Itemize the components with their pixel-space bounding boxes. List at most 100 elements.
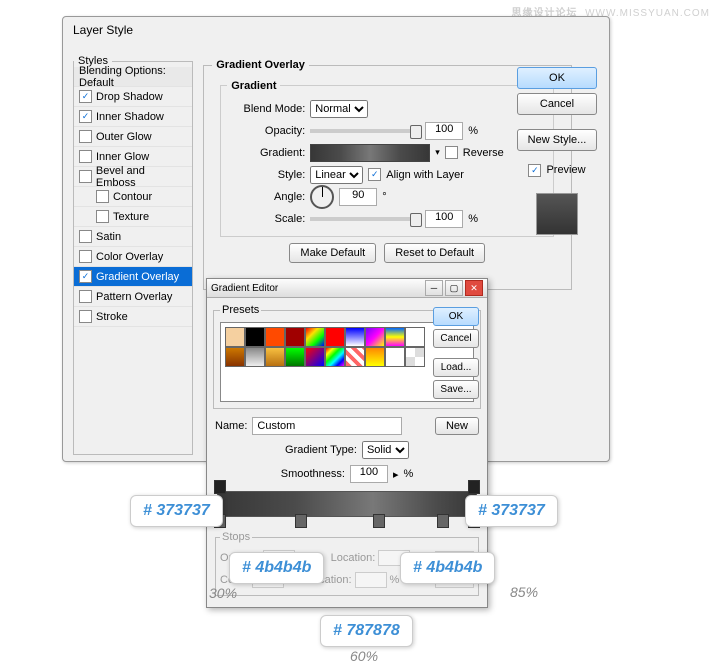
ge-load-button[interactable]: Load... [433,358,479,377]
preset-swatch[interactable] [245,327,265,347]
style-contour[interactable]: Contour [74,187,192,207]
preset-swatch[interactable] [345,347,365,367]
opacity-slider[interactable] [310,129,420,133]
gradient-preview[interactable] [310,144,430,162]
maximize-icon[interactable]: ▢ [445,280,463,296]
preset-swatch[interactable] [345,327,365,347]
ok-button[interactable]: OK [517,67,597,89]
preset-swatch[interactable] [325,347,345,367]
color-stop[interactable] [437,514,449,528]
minimize-icon[interactable]: ─ [425,280,443,296]
checkbox-icon[interactable] [79,270,92,283]
angle-value[interactable]: 90 [339,188,377,206]
preset-swatch[interactable] [365,327,385,347]
panel-legend: Gradient Overlay [212,59,309,71]
color-note: # 373737 [130,495,223,527]
style-texture[interactable]: Texture [74,207,192,227]
style-label: Inner Glow [96,151,149,163]
color-note: # 4b4b4b [229,552,324,584]
name-input[interactable] [252,417,402,435]
style-gradient-overlay[interactable]: Gradient Overlay [74,267,192,287]
ge-titlebar[interactable]: Gradient Editor ─ ▢ ✕ [207,279,487,298]
preset-swatch[interactable] [285,347,305,367]
close-icon[interactable]: ✕ [465,280,483,296]
style-inner-shadow[interactable]: Inner Shadow [74,107,192,127]
preset-swatch[interactable] [385,347,405,367]
checkbox-icon[interactable] [79,150,92,163]
style-satin[interactable]: Satin [74,227,192,247]
checkbox-icon[interactable] [79,250,92,263]
stop-location-input2 [355,572,387,588]
name-label: Name: [215,420,247,432]
smooth-value[interactable]: 100 [350,465,388,483]
preset-swatch[interactable] [325,327,345,347]
align-label: Align with Layer [386,169,464,181]
preset-swatch[interactable] [265,327,285,347]
preset-swatch[interactable] [225,347,245,367]
ge-ok-button[interactable]: OK [433,307,479,326]
checkbox-icon[interactable] [96,190,109,203]
checkbox-icon[interactable] [79,290,92,303]
dialog-buttons: OK Cancel New Style... Preview [517,67,597,243]
gradient-bar[interactable] [217,491,477,517]
preset-swatch[interactable] [385,327,405,347]
scale-slider[interactable] [310,217,420,221]
cancel-button[interactable]: Cancel [517,93,597,115]
checkbox-icon[interactable] [79,230,92,243]
make-default-button[interactable]: Make Default [289,243,376,263]
color-stop[interactable] [295,514,307,528]
pct-label2: % [468,213,478,225]
preview-label: Preview [546,164,585,176]
type-select[interactable]: Solid [362,441,409,459]
style-outer-glow[interactable]: Outer Glow [74,127,192,147]
style-pattern-overlay[interactable]: Pattern Overlay [74,287,192,307]
blend-mode-select[interactable]: Normal [310,100,368,118]
style-label: Pattern Overlay [96,291,172,303]
preset-swatch[interactable] [245,347,265,367]
style-label: Texture [113,211,149,223]
style-drop-shadow[interactable]: Drop Shadow [74,87,192,107]
checkbox-icon[interactable] [79,170,92,183]
style-select[interactable]: Linear [310,166,363,184]
style-stroke[interactable]: Stroke [74,307,192,327]
checkbox-icon[interactable] [96,210,109,223]
pct-note: 85% [510,584,538,600]
style-label: Outer Glow [96,131,152,143]
smooth-label: Smoothness: [281,468,345,480]
preview-swatch [536,193,578,235]
style-color-overlay[interactable]: Color Overlay [74,247,192,267]
opacity-stop[interactable] [214,480,226,494]
align-checkbox[interactable] [368,168,381,181]
preset-swatch[interactable] [365,347,385,367]
reverse-checkbox[interactable] [445,146,458,159]
preset-swatch[interactable] [265,347,285,367]
preset-swatch[interactable] [305,327,325,347]
preview-checkbox[interactable] [528,164,541,177]
reset-default-button[interactable]: Reset to Default [384,243,485,263]
checkbox-icon[interactable] [79,90,92,103]
dialog-title: Layer Style [63,17,609,43]
preset-swatch[interactable] [405,327,425,347]
preset-swatch[interactable] [225,327,245,347]
color-stop[interactable] [373,514,385,528]
preset-swatch[interactable] [305,347,325,367]
blending-options[interactable]: Blending Options: Default [74,67,192,87]
gradient-group: Gradient Blend Mode: Normal Opacity: 100… [220,80,554,237]
stops-legend: Stops [220,531,252,543]
styles-list: Styles Blending Options: Default Drop Sh… [73,55,193,455]
angle-dial[interactable] [310,185,334,209]
checkbox-icon[interactable] [79,110,92,123]
opacity-stop[interactable] [468,480,480,494]
preset-swatch[interactable] [285,327,305,347]
style-bevel-and-emboss[interactable]: Bevel and Emboss [74,167,192,187]
new-button[interactable]: New [435,417,479,435]
ge-cancel-button[interactable]: Cancel [433,329,479,348]
opacity-value[interactable]: 100 [425,122,463,140]
style-label: Bevel and Emboss [96,165,187,189]
scale-value[interactable]: 100 [425,210,463,228]
new-style-button[interactable]: New Style... [517,129,597,151]
preset-swatch[interactable] [405,347,425,367]
checkbox-icon[interactable] [79,310,92,323]
checkbox-icon[interactable] [79,130,92,143]
ge-save-button[interactable]: Save... [433,380,479,399]
